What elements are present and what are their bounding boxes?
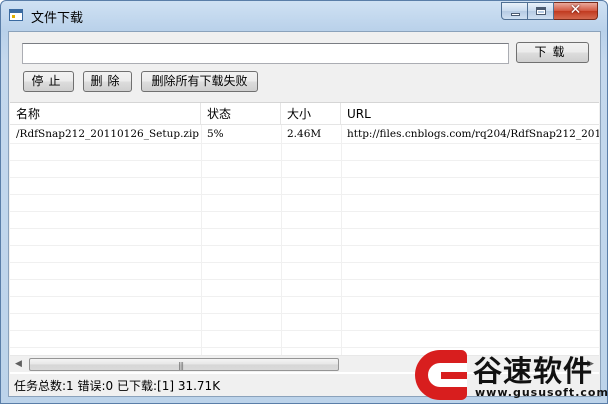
table-row[interactable]: /RdfSnap212_20110126_Setup.zip 5% 2.46M … — [10, 126, 599, 143]
grid-line — [10, 194, 599, 195]
stop-button[interactable]: 停止 — [23, 71, 74, 92]
scroll-left-arrow-icon[interactable]: ◀ — [10, 356, 27, 373]
grip-icon: ||| — [178, 361, 184, 370]
grid-line — [10, 143, 599, 144]
app-window-icon — [9, 9, 23, 21]
grid-line — [10, 279, 599, 280]
g-logo-icon — [415, 350, 467, 400]
grid-line — [10, 177, 599, 178]
size-cell: 2.46M — [287, 128, 322, 140]
grid-line — [10, 296, 599, 297]
download-button[interactable]: 下载 — [516, 42, 589, 63]
column-header-size[interactable]: 大小 — [281, 103, 341, 125]
column-header-name[interactable]: 名称 — [10, 103, 201, 125]
grid-line — [10, 262, 599, 263]
grid-line — [10, 160, 599, 161]
download-list[interactable]: 名称 状态 大小 URL /RdfSnap212_20110126_Setup.… — [10, 102, 599, 374]
minimize-button[interactable] — [501, 2, 528, 20]
close-button[interactable]: ✕ — [554, 2, 598, 20]
maximize-button[interactable] — [528, 2, 554, 20]
window-title: 文件下载 — [31, 11, 84, 26]
url-input[interactable] — [22, 43, 509, 64]
watermark-logo: 谷速软件 www.gususoft.com — [415, 348, 608, 404]
watermark-url: www.gususoft.com — [475, 386, 608, 399]
grid-line — [10, 330, 599, 331]
list-header: 名称 状态 大小 URL — [10, 103, 599, 125]
title-bar[interactable]: 文件下载 ✕ — [1, 1, 607, 31]
client-area: 下载 停止 删除 删除所有下载失败 名称 状态 大小 URL /RdfSnap2… — [8, 31, 601, 397]
column-header-status[interactable]: 状态 — [201, 103, 281, 125]
watermark-name: 谷速软件 — [473, 354, 594, 388]
grid-line — [10, 313, 599, 314]
minimize-icon — [511, 13, 520, 16]
maximize-icon — [536, 7, 546, 15]
scrollbar-thumb[interactable]: ||| — [29, 358, 339, 371]
status-cell: 5% — [207, 128, 224, 140]
grid-line — [10, 245, 599, 246]
column-header-url[interactable]: URL — [341, 103, 599, 125]
grid-line — [10, 211, 599, 212]
close-icon: ✕ — [569, 2, 582, 18]
main-window: 文件下载 ✕ 下载 停止 删除 删除所有下载失败 名称 状态 大小 URL /R… — [0, 0, 608, 404]
grid-line — [10, 228, 599, 229]
delete-all-failed-button[interactable]: 删除所有下载失败 — [141, 71, 258, 92]
url-cell: http://files.cnblogs.com/rq204/RdfSnap21… — [347, 128, 599, 140]
delete-button[interactable]: 删除 — [83, 71, 132, 92]
file-name-cell: /RdfSnap212_20110126_Setup.zip — [16, 128, 200, 140]
